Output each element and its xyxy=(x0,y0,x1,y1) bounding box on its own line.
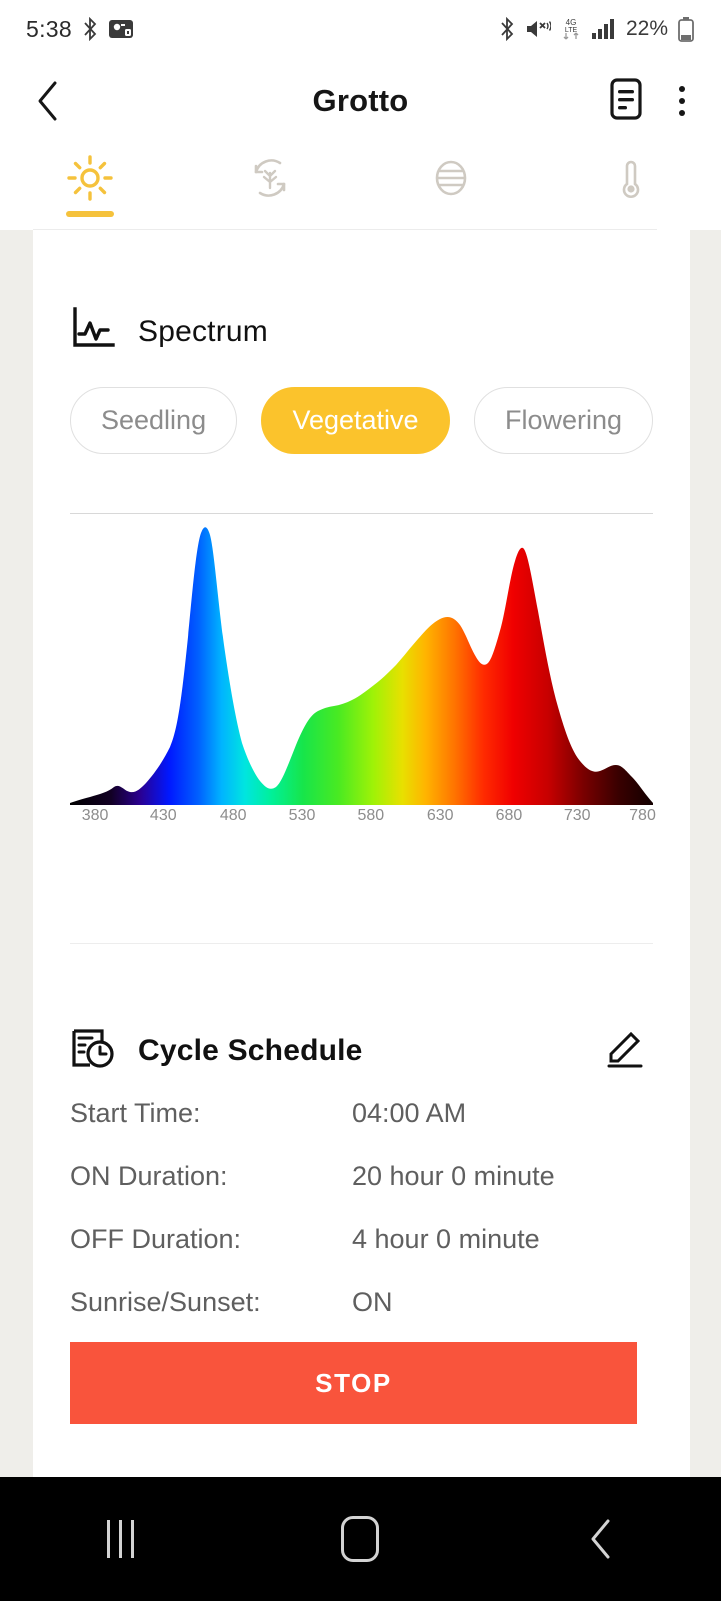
overflow-menu-icon[interactable] xyxy=(671,80,693,122)
status-clock: 5:38 xyxy=(26,15,72,42)
schedule-row-value: 20 hour 0 minute xyxy=(352,1161,555,1191)
tab-light[interactable] xyxy=(0,144,180,230)
mute-vibrate-icon xyxy=(525,17,551,41)
spectrum-axis-labels: 380 430 480 530 580 630 680 730 780 xyxy=(70,807,656,837)
back-chevron-icon[interactable] xyxy=(28,81,68,121)
calendar-clock-icon xyxy=(70,1025,116,1076)
home-icon[interactable] xyxy=(305,1499,415,1579)
schedule-row-value: 04:00 AM xyxy=(352,1098,467,1128)
mode-pill-label: Seedling xyxy=(101,405,207,435)
mode-pill-flowering[interactable]: Flowering xyxy=(473,387,653,454)
spectrum-section-header: Spectrum xyxy=(70,306,268,357)
leaf-cycle-icon xyxy=(246,152,294,204)
schedule-row-label: OFF Duration: xyxy=(70,1224,242,1254)
axis-tick-label: 630 xyxy=(426,807,454,824)
status-bar-left: 5:38 xyxy=(26,16,134,43)
schedule-row: Sunrise/Sunset: ON xyxy=(70,1287,653,1350)
cycle-schedule-header: Cycle Schedule xyxy=(70,1020,653,1081)
cycle-schedule-title-group: Cycle Schedule xyxy=(70,1025,363,1076)
vent-fan-icon xyxy=(427,152,475,204)
schedule-row-value: 4 hour 0 minute xyxy=(352,1224,540,1254)
edit-pencil-icon[interactable] xyxy=(597,1020,653,1081)
axis-tick-label: 780 xyxy=(629,807,656,824)
schedule-row-label: ON Duration: xyxy=(70,1161,228,1191)
axis-tick-label: 380 xyxy=(81,807,109,824)
spectrum-chart: 380 430 480 530 580 630 680 730 780 xyxy=(70,515,656,845)
schedule-row: Start Time: 04:00 AM xyxy=(70,1098,653,1161)
bluetooth-icon xyxy=(498,17,516,41)
mode-pill-label: Vegetative xyxy=(292,405,419,435)
tab-airflow[interactable] xyxy=(361,144,541,230)
document-notes-icon[interactable] xyxy=(607,76,645,127)
signal-bars-icon xyxy=(591,18,617,40)
axis-tick-label: 430 xyxy=(149,807,177,824)
line-chart-icon xyxy=(70,306,116,357)
qr-lock-icon xyxy=(108,17,134,41)
mode-pill-vegetative[interactable]: Vegetative xyxy=(261,387,450,454)
schedule-row: OFF Duration: 4 hour 0 minute xyxy=(70,1224,653,1287)
battery-icon xyxy=(677,16,695,42)
thermometer-icon xyxy=(607,152,655,204)
axis-tick-label: 480 xyxy=(219,807,247,824)
axis-tick-label: 730 xyxy=(563,807,591,824)
app-bar: Grotto xyxy=(0,58,721,144)
nav-back-icon[interactable] xyxy=(546,1499,656,1579)
schedule-row: ON Duration: 20 hour 0 minute xyxy=(70,1161,653,1224)
svg-text:4G: 4G xyxy=(566,18,577,27)
spectrum-title: Spectrum xyxy=(138,314,268,348)
status-bar-right: 4G LTE 22% xyxy=(498,16,695,42)
status-bar: 5:38 4G LTE 22% xyxy=(0,0,721,58)
tab-temperature[interactable] xyxy=(541,144,721,230)
tab-active-indicator xyxy=(66,211,115,217)
android-nav-bar xyxy=(0,1477,721,1601)
mode-pill-seedling[interactable]: Seedling xyxy=(70,387,238,454)
tab-grow-cycle[interactable] xyxy=(180,144,360,230)
data-4g-lte-icon: 4G LTE xyxy=(560,16,582,42)
cycle-schedule-title: Cycle Schedule xyxy=(138,1033,363,1067)
axis-tick-label: 680 xyxy=(495,807,523,824)
axis-tick-label: 580 xyxy=(357,807,385,824)
axis-tick-label: 530 xyxy=(288,807,316,824)
content-card: Spectrum Seedling Vegetative Flowering 3… xyxy=(33,230,690,1477)
app-screen: 5:38 4G LTE 22% Grotto Spectrum Seedling… xyxy=(0,0,721,1601)
spectrum-mode-group: Seedling Vegetative Flowering xyxy=(70,387,653,454)
spectrum-chart-svg xyxy=(70,527,653,805)
recent-apps-icon[interactable] xyxy=(65,1499,175,1579)
battery-percent-label: 22% xyxy=(625,17,668,40)
cycle-schedule-list: Start Time: 04:00 AM ON Duration: 20 hou… xyxy=(70,1098,653,1350)
schedule-row-value: ON xyxy=(352,1287,393,1317)
schedule-row-label: Sunrise/Sunset: xyxy=(70,1287,261,1317)
tab-bar xyxy=(0,144,721,230)
sun-icon xyxy=(66,152,114,204)
mode-pill-label: Flowering xyxy=(504,405,622,435)
app-bar-actions xyxy=(607,76,693,127)
spectrum-axis-line xyxy=(70,513,653,514)
stop-button[interactable]: STOP xyxy=(70,1342,637,1424)
section-divider xyxy=(70,943,653,944)
schedule-row-label: Start Time: xyxy=(70,1098,201,1128)
bluetooth-icon xyxy=(81,17,99,41)
